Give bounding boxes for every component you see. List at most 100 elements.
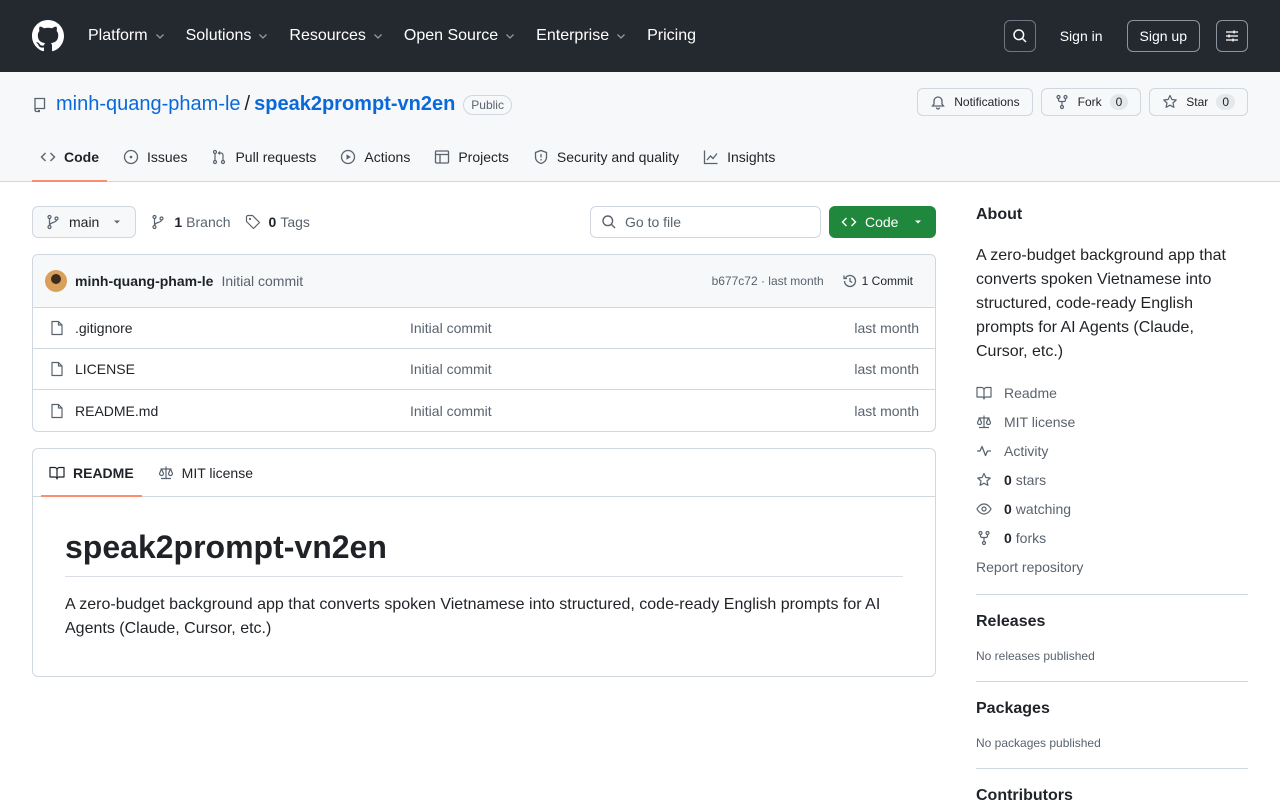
tags-link[interactable]: 0 Tags [245,214,310,230]
file-name-link[interactable]: .gitignore [75,320,410,336]
graph-icon [703,150,718,165]
go-to-file-input[interactable]: Go to file [590,206,821,238]
releases-heading[interactable]: Releases [976,613,1248,631]
tab-actions[interactable]: Actions [332,133,418,181]
readme-paragraph: A zero-budget background app that conver… [65,596,881,637]
scale-icon [976,415,992,428]
table-row: README.md Initial commit last month [33,390,935,431]
releases-section: Releases No releases published [976,595,1248,663]
readme-body: speak2prompt-vn2en A zero-budget backgro… [33,497,935,641]
tab-label: README [73,464,134,481]
activity-link[interactable]: Activity [976,436,1248,465]
forks-link[interactable]: 0 forks [976,523,1248,552]
watching-count: 0 [1004,500,1012,517]
about-heading: About [976,206,1023,223]
branch-label: Branch [186,214,231,230]
tab-label: Projects [458,149,509,165]
tab-code[interactable]: Code [32,133,107,182]
notifications-button[interactable]: Notifications [917,88,1033,116]
tab-pull-requests[interactable]: Pull requests [203,133,324,181]
issue-icon [123,149,139,165]
tag-label: Tags [280,214,310,230]
file-commit-time: last month [854,361,919,377]
readme-panel: README MIT license speak2prompt-vn2en A … [32,448,936,677]
pull-request-icon [213,149,226,165]
github-logo-icon[interactable] [32,20,64,52]
nav-enterprise[interactable]: Enterprise [536,27,627,45]
file-commit-message[interactable]: Initial commit [410,320,492,336]
tab-issues[interactable]: Issues [115,133,195,181]
pulse-icon [977,445,991,456]
star-icon [1163,94,1178,108]
visibility-badge: Public [463,94,512,115]
branch-count: 1 [174,214,183,230]
file-name-link[interactable]: LICENSE [75,361,410,377]
commit-hash-time[interactable]: b677c72 · last month [712,274,824,288]
commits-link[interactable]: 1 Commit [842,273,913,289]
about-description: A zero-budget background app that conver… [976,247,1226,360]
tab-insights[interactable]: Insights [695,133,783,181]
forks-count: 0 [1004,529,1012,546]
branch-select-button[interactable]: main [32,206,137,238]
fork-icon [978,530,990,545]
branch-icon [47,214,59,230]
nav-open-source[interactable]: Open Source [404,27,516,45]
code-dropdown-button[interactable]: Code [829,206,936,238]
repo-tabs: Code Issues Pull requests Actions Projec… [32,133,791,182]
star-button[interactable]: Star 0 [1149,88,1248,116]
caret-down-icon [114,220,121,224]
commit-message-link[interactable]: Initial commit [221,273,303,289]
tab-label: Actions [364,149,411,165]
menu-button[interactable] [1216,20,1248,52]
sign-up-button[interactable]: Sign up [1126,20,1200,52]
fork-icon [1056,94,1068,110]
avatar[interactable] [45,270,67,292]
report-repository-link[interactable]: Report repository [976,552,1248,581]
repo-icon [34,97,46,112]
tab-security[interactable]: Security and quality [525,133,687,181]
nav-solutions[interactable]: Solutions [186,27,270,45]
repo-actions: Notifications Fork 0 Star 0 [909,88,1248,116]
latest-commit-row: minh-quang-pham-le Initial commit b677c7… [33,255,935,308]
file-commit-message[interactable]: Initial commit [410,403,492,419]
contributors-heading[interactable]: Contributors [976,787,1248,805]
stars-link[interactable]: 0 stars [976,465,1248,494]
watching-label: watching [1015,500,1072,517]
table-row: .gitignore Initial commit last month [33,308,935,349]
fork-button[interactable]: Fork 0 [1040,88,1142,116]
star-count: 0 [1216,94,1235,110]
packages-heading[interactable]: Packages [976,700,1248,718]
file-commit-time: last month [854,402,919,419]
chevron-down-icon [506,34,515,39]
tab-projects[interactable]: Projects [426,133,517,181]
nav-platform[interactable]: Platform [88,27,166,45]
star-icon [977,472,991,486]
repo-header: minh-quang-pham-le / speak2prompt-vn2en … [0,72,1280,182]
tag-icon [245,214,260,230]
chevron-down-icon [259,34,268,39]
caret-down-icon [915,220,921,224]
tab-readme[interactable]: README [41,449,142,497]
branches-link[interactable]: 1 Branch [150,214,231,230]
nav-resources[interactable]: Resources [289,27,383,45]
commit-author-link[interactable]: minh-quang-pham-le [75,273,213,289]
nav-pricing[interactable]: Pricing [647,27,696,45]
file-commit-message[interactable]: Initial commit [410,361,492,377]
tab-label: Issues [147,149,188,165]
activity-link-label: Activity [1004,442,1049,459]
watching-link[interactable]: 0 watching [976,494,1248,523]
book-icon [976,386,992,400]
tab-license[interactable]: MIT license [150,449,261,496]
readme-link-label: Readme [1004,384,1057,401]
license-link-label: MIT license [1004,413,1076,430]
table-row: LICENSE Initial commit last month [33,349,935,390]
readme-link[interactable]: Readme [976,378,1248,407]
sign-in-link[interactable]: Sign in [1060,28,1103,44]
repo-sidebar: About A zero-budget background app that … [976,206,1248,805]
file-name-link[interactable]: README.md [75,403,410,419]
repo-name-link[interactable]: speak2prompt-vn2en [254,93,455,116]
main-content: main 1 Branch 0 Tags Go to file Code min… [0,182,1280,804]
repo-owner-link[interactable]: minh-quang-pham-le [56,93,241,116]
license-link[interactable]: MIT license [976,407,1248,436]
search-button[interactable] [1003,20,1036,52]
